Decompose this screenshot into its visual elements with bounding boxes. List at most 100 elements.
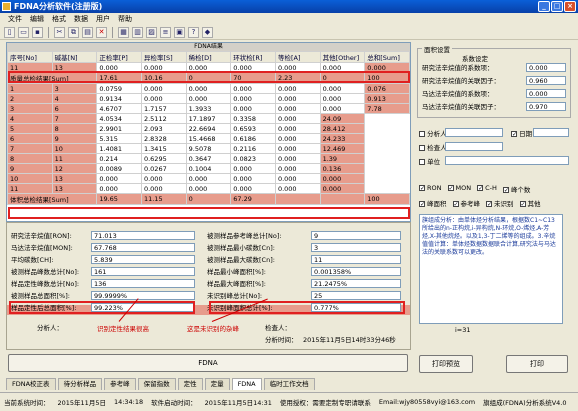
- menu-user[interactable]: 用户: [92, 13, 114, 26]
- print-button[interactable]: 打印: [506, 355, 568, 373]
- checker-input[interactable]: [445, 142, 503, 151]
- table-row[interactable]: 4 7 4.0534 2.5112 17.1897 0.3358 0.000 24.09: [7, 113, 410, 124]
- chart-icon[interactable]: ▨: [146, 27, 157, 38]
- stat-value[interactable]: 71.013: [91, 231, 195, 240]
- checkbox-box[interactable]: ✓: [419, 201, 425, 208]
- fdna-results-grid[interactable]: FDNA结果 序号[No] 碱基[N] 正检率[P] 异检率[S] 稀检[D] 环状检[R…: [6, 42, 411, 222]
- table-row[interactable]: 质量总检结果[Sum] 17.61 10.16 0 70 2.23 0 100: [7, 72, 410, 84]
- option-checkbox[interactable]: ✓ RON: [419, 184, 442, 194]
- date-input[interactable]: [533, 128, 569, 137]
- table-row[interactable]: 9 12 0.0089 0.0267 0.1004 0.000 0.000 0.136: [7, 163, 410, 174]
- table-row[interactable]: 11 13 0.000 0.000 0.000 0.000 0.000 0.000: [7, 183, 410, 194]
- column-header[interactable]: 其他[Other]: [319, 51, 366, 63]
- coeff-input[interactable]: 0.000: [526, 63, 566, 72]
- tab-4[interactable]: 定性: [177, 378, 203, 390]
- delete-icon[interactable]: ✕: [96, 27, 107, 38]
- checkbox-box[interactable]: ✓: [452, 201, 459, 208]
- stat-value[interactable]: 9: [311, 231, 401, 240]
- stat-value[interactable]: 99.223%: [91, 303, 195, 312]
- menu-edit[interactable]: 编辑: [26, 13, 48, 26]
- cut-icon[interactable]: ✂: [54, 27, 65, 38]
- checker-checkbox[interactable]: [419, 145, 425, 151]
- checkbox-box[interactable]: ✓: [477, 185, 483, 192]
- checkbox-box[interactable]: ✓: [486, 201, 492, 208]
- grid-icon[interactable]: ▥: [132, 27, 143, 38]
- stat-value[interactable]: 21.2475%: [311, 279, 401, 288]
- stat-value[interactable]: 99.9999%: [91, 291, 195, 300]
- table-row[interactable]: 11 13 0.000 0.000 0.000 0.000 0.000 0.000 0.000: [7, 62, 410, 73]
- table-row[interactable]: 体积总检结果[Sum] 19.65 11.15 0 67.29 100: [7, 193, 410, 205]
- copy-icon[interactable]: ⧉: [68, 27, 79, 38]
- help-icon[interactable]: ?: [188, 27, 199, 38]
- checkbox-box[interactable]: ✓: [502, 187, 509, 194]
- option-checkbox[interactable]: ✓ 未识别: [486, 198, 514, 208]
- unit-checkbox[interactable]: [419, 159, 425, 165]
- unit-input[interactable]: [445, 156, 569, 165]
- stat-value[interactable]: 11: [311, 255, 401, 264]
- table-icon[interactable]: ▦: [118, 27, 129, 38]
- column-header[interactable]: 等检[A]: [274, 51, 321, 63]
- tool-icon[interactable]: ◆: [202, 27, 213, 38]
- coeff-input[interactable]: 0.960: [526, 76, 566, 85]
- close-button[interactable]: ×: [564, 1, 576, 12]
- option-checkbox[interactable]: ✓ 其他: [519, 198, 541, 208]
- paste-icon[interactable]: ▤: [82, 27, 93, 38]
- table-row[interactable]: 8 11 0.214 0.6295 0.3647 0.0823 0.000 1.39: [7, 153, 410, 164]
- date-checkbox[interactable]: ✓: [511, 131, 517, 138]
- print-preview-button[interactable]: 打印预览: [419, 355, 473, 373]
- coeff-input[interactable]: 0.000: [526, 89, 566, 98]
- table-row[interactable]: 7 10 1.4081 1.3415 9.5078 0.2116 0.000 12.469: [7, 143, 410, 154]
- column-header[interactable]: 稀检[D]: [185, 51, 232, 63]
- column-header[interactable]: 序号[No]: [7, 51, 53, 63]
- coeff-input[interactable]: 0.970: [526, 102, 566, 111]
- tab-0[interactable]: FDNA校正表: [6, 378, 56, 390]
- save-icon[interactable]: ▪: [32, 27, 43, 38]
- stat-value[interactable]: 25: [311, 291, 401, 300]
- menu-help[interactable]: 帮助: [114, 13, 136, 26]
- tab-7[interactable]: 临时工作文档: [263, 378, 315, 390]
- stat-value[interactable]: 0.001358%: [311, 267, 401, 276]
- option-checkbox[interactable]: ✓ 参考峰: [452, 198, 480, 208]
- stat-value[interactable]: 67.768: [91, 243, 195, 252]
- table-row[interactable]: 6 9 5.315 2.8328 15.4668 0.6186 0.000 24.233: [7, 133, 410, 144]
- checkbox-box[interactable]: ✓: [419, 185, 425, 192]
- column-header[interactable]: 碱基[N]: [51, 51, 98, 63]
- description-text[interactable]: 旗组成分析：由单体烃分析结果，根据数C1~C13所给出的n-正构烷,i-异构烷,…: [419, 214, 563, 324]
- tab-1[interactable]: 待分析样品: [57, 378, 103, 390]
- tab-6[interactable]: FDNA: [231, 378, 262, 390]
- checkbox-box[interactable]: ✓: [519, 201, 526, 208]
- stat-value[interactable]: 0.777%: [311, 303, 401, 312]
- option-checkbox[interactable]: ✓ C-H: [477, 184, 497, 194]
- minimize-button[interactable]: _: [538, 1, 550, 12]
- table-row[interactable]: 2 4 0.9134 0.000 0.000 0.000 0.000 0.000 0.913: [7, 93, 410, 104]
- stat-value[interactable]: 5.839: [91, 255, 195, 264]
- column-header[interactable]: 环状检[R]: [230, 51, 276, 63]
- tab-5[interactable]: 定量: [204, 378, 230, 390]
- stat-value[interactable]: 3: [311, 243, 401, 252]
- option-checkbox[interactable]: ✓ 峰个数: [502, 184, 530, 194]
- checkbox-box[interactable]: ✓: [447, 185, 454, 192]
- open-icon[interactable]: ▭: [18, 27, 29, 38]
- column-header[interactable]: 异检率[S]: [140, 51, 187, 63]
- analyst-input[interactable]: [445, 128, 503, 137]
- stat-value[interactable]: 161: [91, 267, 195, 276]
- column-header[interactable]: 总和[Sum]: [364, 51, 410, 63]
- table-row[interactable]: 5 8 2.9901 2.093 22.6694 0.6593 0.000 28.412: [7, 123, 410, 134]
- table-row[interactable]: 10 13 0.000 0.000 0.000 0.000 0.000 0.000: [7, 173, 410, 184]
- new-icon[interactable]: ▯: [4, 27, 15, 38]
- print-icon[interactable]: ▣: [174, 27, 185, 38]
- analyst-checkbox[interactable]: [419, 131, 425, 137]
- option-checkbox[interactable]: ✓ MON: [447, 184, 471, 194]
- menu-format[interactable]: 格式: [48, 13, 70, 26]
- stat-value[interactable]: 136: [91, 279, 195, 288]
- tab-3[interactable]: 保留指数: [137, 378, 176, 390]
- option-checkbox[interactable]: ✓ 峰面积: [419, 198, 447, 208]
- menu-file[interactable]: 文件: [4, 13, 26, 26]
- maximize-button[interactable]: □: [551, 1, 563, 12]
- list-icon[interactable]: ≡: [160, 27, 171, 38]
- table-row[interactable]: 3 6 4.6707 1.7157 1.3933 0.000 0.000 0.000 7.78: [7, 103, 410, 114]
- table-row[interactable]: 1 3 0.0759 0.000 0.000 0.000 0.000 0.000 0.076: [7, 83, 410, 94]
- column-header[interactable]: 正检率[P]: [96, 51, 142, 63]
- tab-2[interactable]: 参考峰: [104, 378, 136, 390]
- menu-data[interactable]: 数据: [70, 13, 92, 26]
